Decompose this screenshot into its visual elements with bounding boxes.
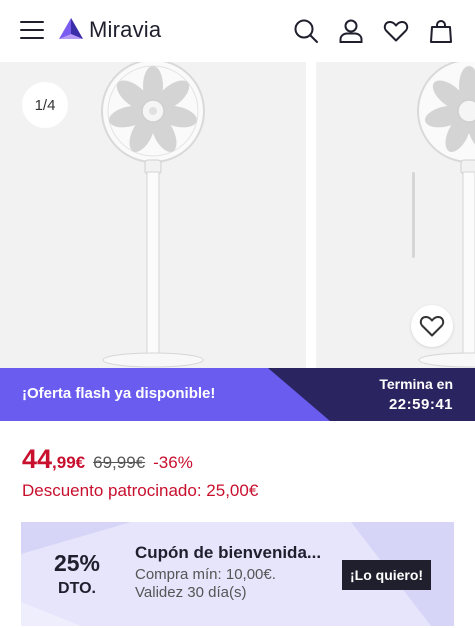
account-icon[interactable] bbox=[338, 18, 364, 44]
search-icon[interactable] bbox=[293, 18, 319, 44]
miravia-logo-icon bbox=[59, 18, 83, 39]
coupon-min-purchase: Compra mín: 10,00€. bbox=[135, 566, 276, 583]
coupon-dto: DTO. bbox=[58, 580, 96, 597]
flash-ends-label: Termina en bbox=[379, 376, 453, 392]
wishlist-icon[interactable] bbox=[383, 18, 409, 44]
product-image-carousel[interactable]: 1/4 bbox=[0, 62, 475, 368]
product-image[interactable]: 1/4 bbox=[0, 62, 306, 368]
coupon-percent: 25% bbox=[53, 550, 101, 576]
menu-icon[interactable] bbox=[20, 21, 44, 41]
sponsored-discount: Descuento patrocinado: 25,00€ bbox=[22, 481, 259, 500]
top-header: Miravia bbox=[0, 0, 475, 62]
price-integer: 44 bbox=[22, 444, 53, 474]
flash-sale-label: ¡Oferta flash ya disponible! bbox=[22, 385, 216, 402]
add-to-wishlist-button[interactable] bbox=[411, 305, 453, 347]
logo[interactable]: Miravia bbox=[58, 17, 161, 43]
scrollbar[interactable] bbox=[412, 172, 415, 258]
flash-sale-banner: ¡Oferta flash ya disponible! Termina en … bbox=[0, 368, 475, 421]
coupon-validity: Validez 30 día(s) bbox=[135, 584, 247, 601]
image-counter: 1/4 bbox=[22, 82, 68, 128]
flash-countdown: 22:59:41 bbox=[388, 396, 453, 413]
price-decimal: ,99€ bbox=[52, 453, 86, 472]
original-price: 69,99€ bbox=[93, 453, 146, 472]
coupon-title: Cupón de bienvenida... bbox=[135, 543, 322, 562]
welcome-coupon-card: 25% DTO. Cupón de bienvenida... Compra m… bbox=[21, 522, 454, 626]
discount-percent: -36% bbox=[153, 453, 193, 472]
price-row: 44 ,99€ 69,99€ -36% bbox=[22, 444, 193, 475]
cart-icon[interactable] bbox=[428, 18, 454, 44]
claim-coupon-button[interactable]: ¡Lo quiero! bbox=[342, 560, 432, 590]
logo-text: Miravia bbox=[89, 17, 162, 42]
heart-icon bbox=[419, 315, 445, 337]
